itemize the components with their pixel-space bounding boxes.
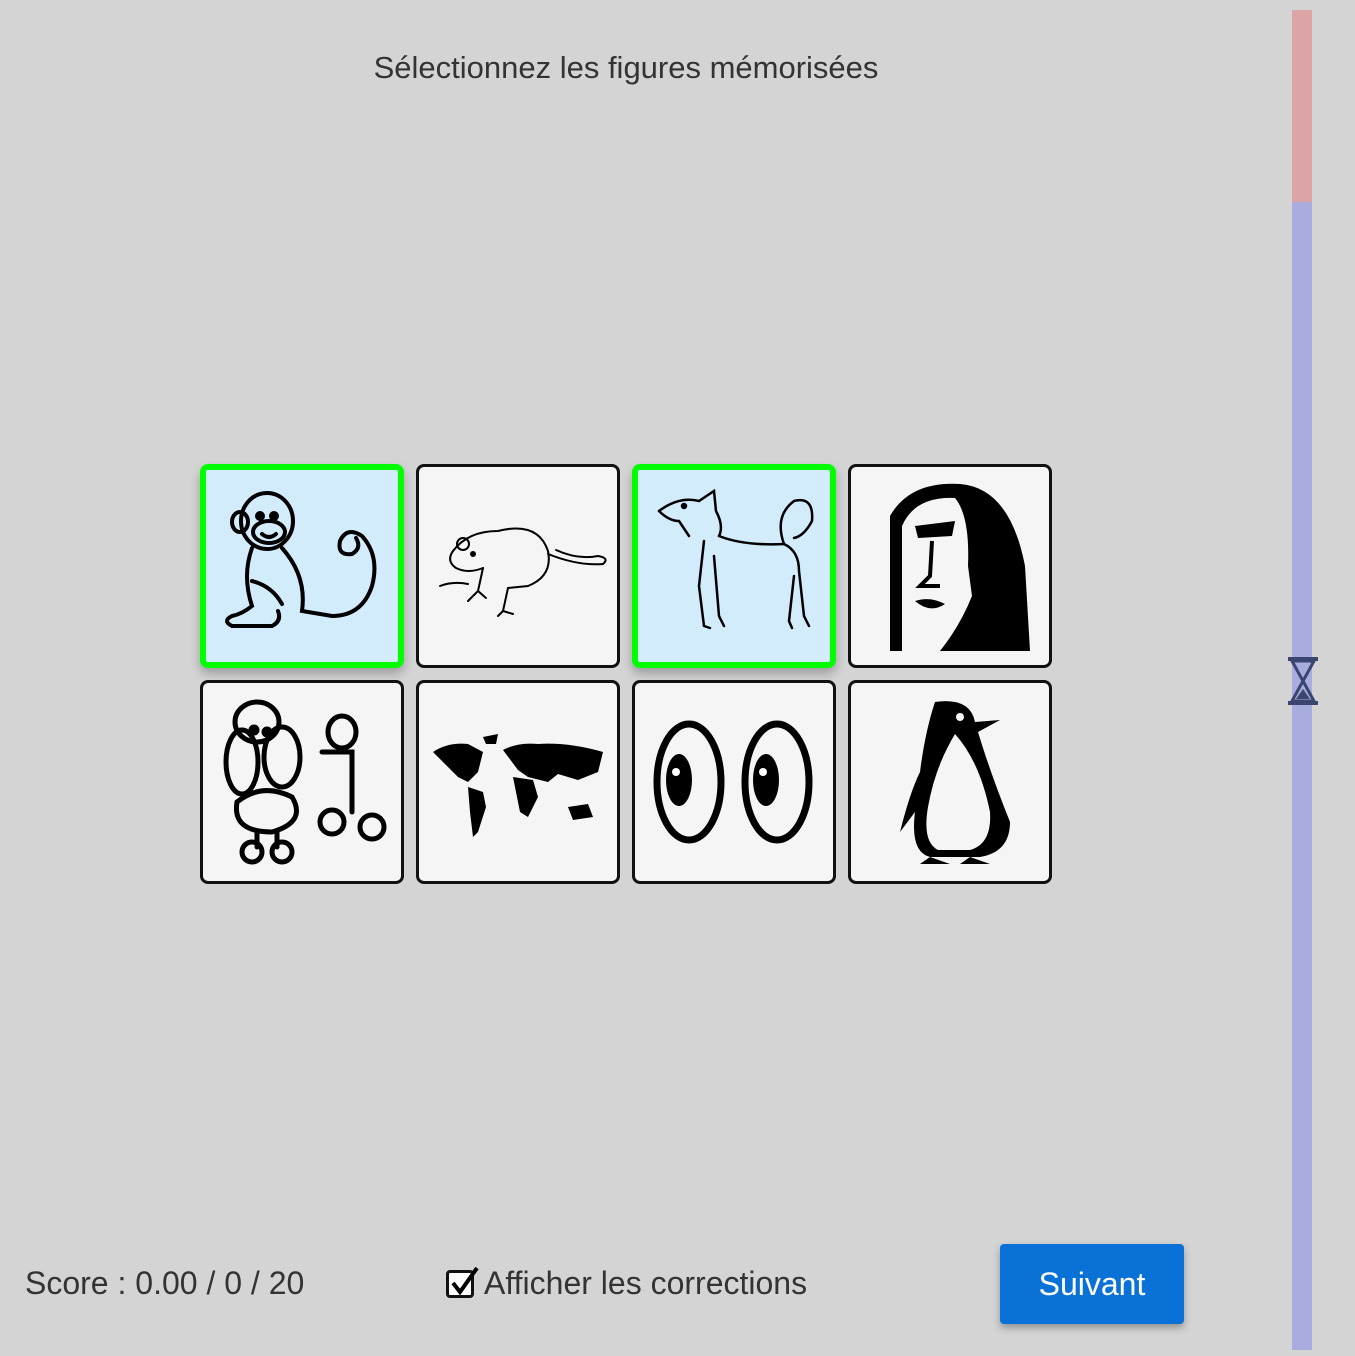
show-corrections-checkbox[interactable] (446, 1266, 479, 1298)
timer-elapsed-fill (1292, 10, 1312, 202)
face-icon (890, 483, 1030, 651)
show-corrections-label: Afficher les corrections (484, 1265, 808, 1301)
instruction-title: Sélectionnez les figures mémorisées (373, 50, 879, 85)
penguin-icon (900, 701, 1010, 864)
tile-dog[interactable] (632, 464, 836, 668)
dog-icon (657, 488, 814, 630)
monkey-icon (225, 491, 377, 628)
next-button[interactable]: Suivant (1000, 1244, 1184, 1324)
tile-poodle[interactable] (200, 680, 404, 884)
world-map-icon (433, 734, 603, 837)
tile-world-map[interactable] (416, 680, 620, 884)
figure-grid (200, 464, 1052, 884)
tile-eyes[interactable] (632, 680, 836, 884)
tile-penguin[interactable] (848, 680, 1052, 884)
hourglass-icon (1288, 657, 1318, 705)
rat-icon (439, 527, 607, 617)
eyes-icon (653, 720, 813, 844)
score-text: Score : 0.00 / 0 / 20 (25, 1265, 305, 1301)
show-corrections-control[interactable]: Afficher les corrections (446, 1265, 807, 1302)
tile-rat[interactable] (416, 464, 620, 668)
poodle-icon (223, 699, 387, 865)
tile-monkey[interactable] (200, 464, 404, 668)
tile-face[interactable] (848, 464, 1052, 668)
checkmark-icon (451, 1266, 479, 1295)
